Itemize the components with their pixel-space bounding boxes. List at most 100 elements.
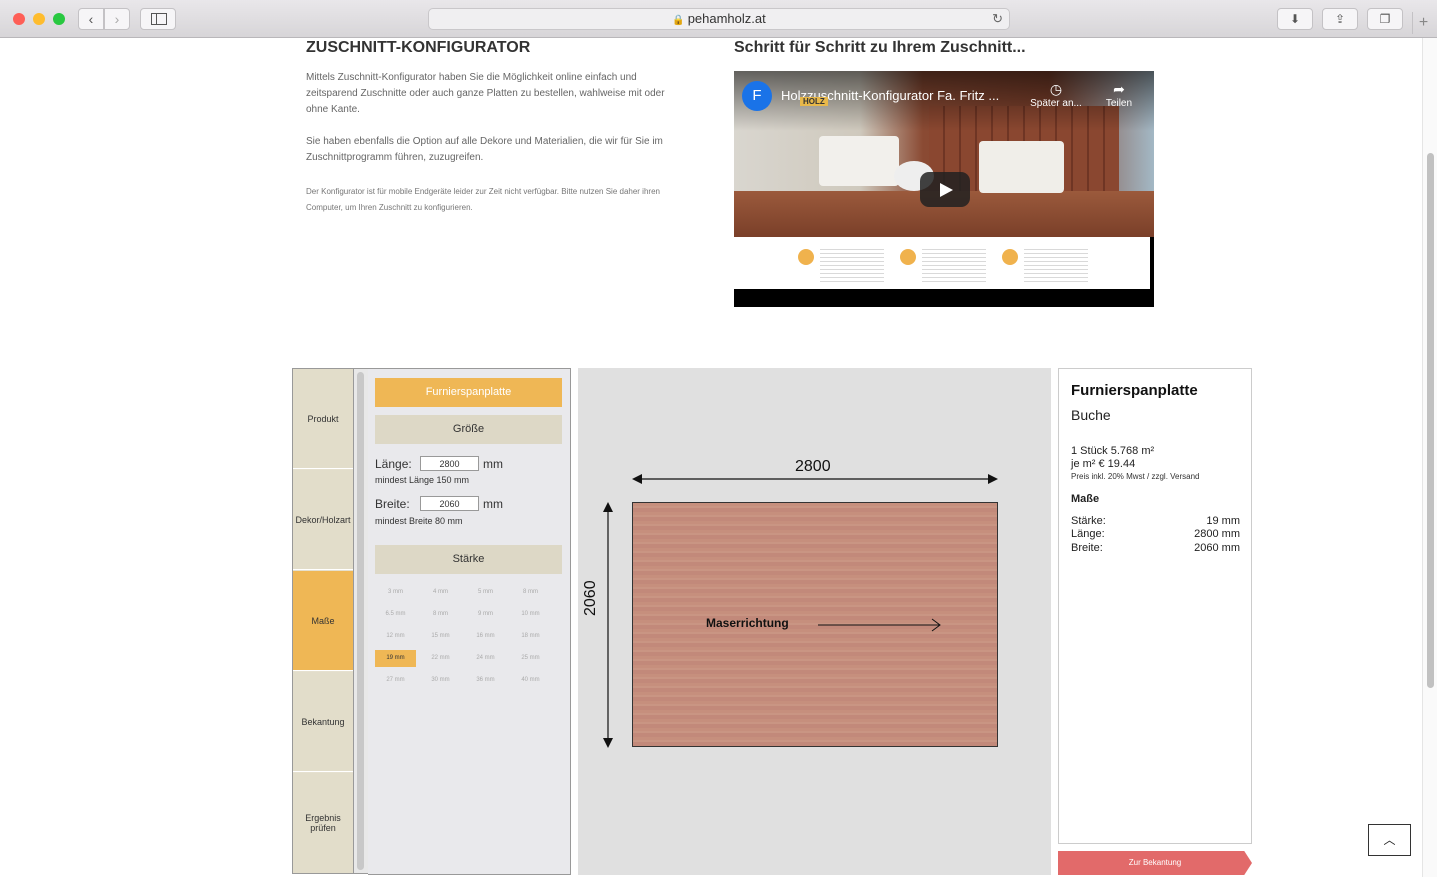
watch-later-label: Später an... bbox=[1030, 98, 1082, 109]
sidebar-toggle-button[interactable] bbox=[140, 8, 176, 30]
step-label: Maße bbox=[311, 615, 335, 626]
thickness-option[interactable]: 24 mm bbox=[465, 650, 506, 667]
row-label: Breite: bbox=[1071, 542, 1103, 554]
video-heading: Schritt für Schritt zu Ihrem Zuschnitt..… bbox=[734, 39, 1026, 56]
thumbnail-chair bbox=[979, 141, 1064, 193]
height-dimension-label: 2060 bbox=[582, 580, 599, 616]
thickness-option[interactable]: 25 mm bbox=[510, 650, 551, 667]
step-label: Ergebnis prüfen bbox=[305, 813, 341, 833]
address-bar[interactable]: 🔒 pehamholz.at ↻ bbox=[428, 8, 1010, 30]
length-hint: mindest Länge 150 mm bbox=[375, 475, 470, 485]
row-value: 2800 mm bbox=[1194, 528, 1240, 540]
thickness-option[interactable]: 5 mm bbox=[465, 584, 506, 601]
steps-scrollbar-thumb[interactable] bbox=[357, 372, 364, 870]
thickness-option[interactable]: 18 mm bbox=[510, 628, 551, 645]
summary-product: Furnierspanplatte bbox=[1071, 382, 1198, 399]
step-label: Produkt bbox=[307, 413, 339, 424]
browser-toolbar: ‹ › 🔒 pehamholz.at ↻ ⬇ ⇪ ❐ + bbox=[0, 0, 1437, 38]
play-button[interactable] bbox=[920, 172, 970, 207]
thickness-heading: Stärke bbox=[375, 545, 562, 574]
grain-direction-label: Maserrichtung bbox=[706, 616, 789, 630]
thickness-option[interactable]: 3 mm bbox=[375, 584, 416, 601]
clock-icon: ◷ bbox=[1049, 81, 1063, 97]
coin-icon bbox=[900, 249, 916, 265]
thickness-option[interactable]: 10 mm bbox=[510, 606, 551, 623]
step-ergebnis[interactable]: Ergebnis prüfen bbox=[293, 773, 353, 873]
zoom-window-button[interactable] bbox=[53, 13, 65, 25]
thickness-option[interactable]: 40 mm bbox=[510, 672, 551, 689]
board-preview: 2800 2060 Maserrichtung bbox=[578, 368, 1051, 875]
thickness-option[interactable]: 22 mm bbox=[420, 650, 461, 667]
mobile-notice: Der Konfigurator ist für mobile Endgerät… bbox=[306, 187, 660, 212]
preview-text-lines bbox=[922, 249, 986, 285]
forward-button[interactable]: › bbox=[104, 8, 130, 30]
intro-paragraph-1: Mittels Zuschnitt-Konfigurator haben Sie… bbox=[306, 72, 665, 115]
channel-avatar[interactable]: F bbox=[742, 81, 772, 111]
thickness-option[interactable]: 19 mm bbox=[375, 650, 416, 667]
close-window-button[interactable] bbox=[13, 13, 25, 25]
step-masse[interactable]: Maße bbox=[293, 571, 353, 671]
configurator-heading: ZUSCHNITT-KONFIGURATOR bbox=[306, 39, 531, 56]
summary-row-width: Breite: 2060 mm bbox=[1071, 542, 1240, 554]
length-input[interactable] bbox=[420, 456, 479, 471]
thickness-option[interactable]: 6.5 mm bbox=[375, 606, 416, 623]
thickness-option[interactable]: 36 mm bbox=[465, 672, 506, 689]
video-share-label: Teilen bbox=[1105, 98, 1133, 109]
grain-arrow-icon bbox=[818, 618, 941, 632]
thickness-option[interactable]: 15 mm bbox=[420, 628, 461, 645]
chevron-up-icon: ︿ bbox=[1383, 833, 1396, 847]
chevron-right-icon: › bbox=[114, 11, 120, 27]
step-bekantung[interactable]: Bekantung bbox=[293, 672, 353, 772]
thickness-option[interactable]: 9 mm bbox=[465, 606, 506, 623]
youtube-video[interactable]: F Holzzuschnitt-Konfigurator Fa. Fritz .… bbox=[734, 71, 1154, 307]
thickness-option[interactable]: 8 mm bbox=[420, 606, 461, 623]
step-label: Bekantung bbox=[301, 716, 345, 727]
reload-icon[interactable]: ↻ bbox=[992, 9, 1003, 29]
preview-column bbox=[900, 249, 1000, 289]
next-step-button[interactable]: Zur Bekantung bbox=[1058, 851, 1252, 875]
width-input[interactable] bbox=[420, 496, 479, 511]
new-tab-button[interactable]: + bbox=[1412, 12, 1434, 34]
preview-column bbox=[1002, 249, 1102, 289]
summary-row-length: Länge: 2800 mm bbox=[1071, 528, 1240, 540]
page-scrollbar[interactable] bbox=[1422, 38, 1437, 877]
share-icon: ⇪ bbox=[1334, 12, 1346, 26]
thumbnail-chair bbox=[819, 136, 899, 186]
back-button[interactable]: ‹ bbox=[78, 8, 104, 30]
intro-paragraph-2: Sie haben ebenfalls die Option auf alle … bbox=[306, 136, 663, 163]
width-label: Breite: bbox=[375, 497, 410, 511]
share-arrow-icon: ➦ bbox=[1113, 81, 1125, 97]
plus-icon: + bbox=[1418, 14, 1429, 31]
thickness-option[interactable]: 12 mm bbox=[375, 628, 416, 645]
minimize-window-button[interactable] bbox=[33, 13, 45, 25]
scroll-to-top-button[interactable]: ︿ bbox=[1368, 824, 1411, 856]
steps-scrollbar[interactable] bbox=[354, 368, 368, 874]
lock-icon: 🔒 bbox=[672, 15, 685, 26]
thickness-option[interactable]: 8 mm bbox=[510, 584, 551, 601]
step-label: Dekor/Holzart bbox=[295, 514, 351, 525]
tabs-overview-button[interactable]: ❐ bbox=[1367, 8, 1403, 30]
page-scrollbar-thumb[interactable] bbox=[1427, 153, 1434, 688]
step-dekor[interactable]: Dekor/Holzart bbox=[293, 470, 353, 570]
chevron-left-icon: ‹ bbox=[88, 11, 94, 27]
downloads-button[interactable]: ⬇ bbox=[1277, 8, 1313, 30]
video-share-button[interactable]: ➦ Teilen bbox=[1097, 81, 1141, 109]
width-unit: mm bbox=[483, 497, 503, 511]
row-label: Länge: bbox=[1071, 528, 1105, 540]
thickness-option[interactable]: 4 mm bbox=[420, 584, 461, 601]
thickness-option[interactable]: 16 mm bbox=[465, 628, 506, 645]
summary-quantity-area: 1 Stück 5.768 m² bbox=[1071, 445, 1155, 457]
width-hint: mindest Breite 80 mm bbox=[375, 516, 463, 526]
share-button[interactable]: ⇪ bbox=[1322, 8, 1358, 30]
length-unit: mm bbox=[483, 457, 503, 471]
thickness-option[interactable]: 27 mm bbox=[375, 672, 416, 689]
step-produkt[interactable]: Produkt bbox=[293, 369, 353, 469]
summary-price: je m² € 19.44 bbox=[1071, 458, 1136, 470]
coin-icon bbox=[1002, 249, 1018, 265]
summary-price-note: Preis inkl. 20% Mwst / zzgl. Versand bbox=[1071, 472, 1200, 481]
order-summary: Furnierspanplatte Buche 1 Stück 5.768 m²… bbox=[1058, 368, 1252, 844]
selected-product-button[interactable]: Furnierspanplatte bbox=[375, 378, 562, 407]
watch-later-button[interactable]: ◷ Später an... bbox=[1027, 81, 1085, 109]
summary-decor: Buche bbox=[1071, 407, 1111, 423]
thickness-option[interactable]: 30 mm bbox=[420, 672, 461, 689]
